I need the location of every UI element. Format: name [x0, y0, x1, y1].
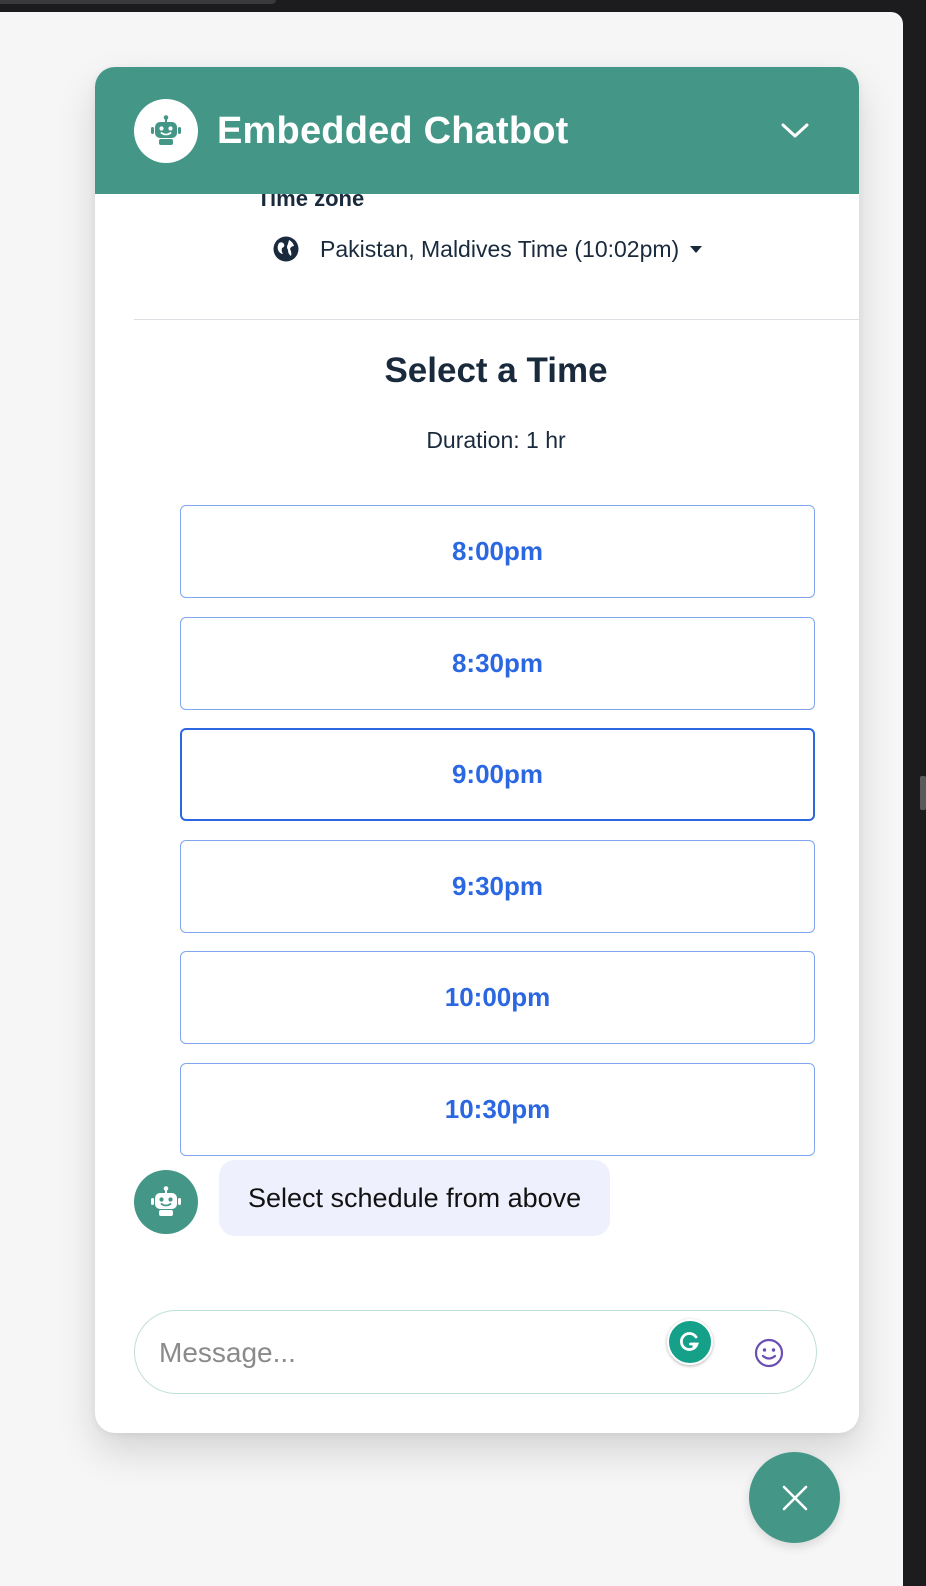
emoji-icon[interactable]: [753, 1337, 785, 1369]
timezone-value: Pakistan, Maldives Time (10:02pm): [320, 235, 680, 262]
chevron-down-icon: [781, 123, 809, 138]
bot-message-bubble: Select schedule from above: [219, 1160, 611, 1236]
browser-tab-edge: [0, 0, 276, 4]
bot-avatar: [134, 99, 198, 163]
message-input[interactable]: [157, 1311, 641, 1395]
message-composer: [134, 1310, 817, 1395]
time-slot-button[interactable]: 9:30pm: [180, 839, 815, 933]
scheduler-embed[interactable]: Time zone Pakistan, Maldives Time (10:02…: [95, 194, 859, 1184]
chatbot-title: Embedded Chatbot: [217, 110, 569, 152]
chatbot-widget: Embedded Chatbot Time zone Pakistan, Mal…: [95, 67, 859, 1433]
globe-icon: [272, 235, 300, 263]
time-slot-button[interactable]: 8:00pm: [180, 505, 815, 598]
chatbot-header: Embedded Chatbot: [95, 67, 859, 194]
time-slot-button[interactable]: 10:30pm: [180, 1062, 815, 1156]
bot-message-avatar: [134, 1170, 198, 1234]
browser-top-bar: [0, 0, 926, 12]
duration-text: Duration: 1 hr: [426, 427, 566, 453]
close-icon: [782, 1485, 807, 1510]
collapse-button[interactable]: [775, 111, 815, 151]
time-slot-button[interactable]: 9:00pm: [180, 728, 815, 821]
robot-icon: [151, 1186, 181, 1216]
scrollbar-thumb[interactable]: [920, 776, 926, 810]
robot-icon: [151, 115, 181, 145]
close-chat-button[interactable]: [749, 1452, 840, 1543]
section-divider: [134, 319, 859, 320]
select-time-heading: Select a Time: [384, 351, 608, 390]
caret-down-icon: [689, 244, 703, 254]
time-slot-button[interactable]: 10:00pm: [180, 951, 815, 1044]
grammarly-icon[interactable]: [667, 1319, 713, 1365]
timezone-label: Time zone: [257, 194, 365, 211]
time-slot-button[interactable]: 8:30pm: [180, 616, 815, 710]
timezone-selector[interactable]: Pakistan, Maldives Time (10:02pm): [272, 232, 703, 266]
